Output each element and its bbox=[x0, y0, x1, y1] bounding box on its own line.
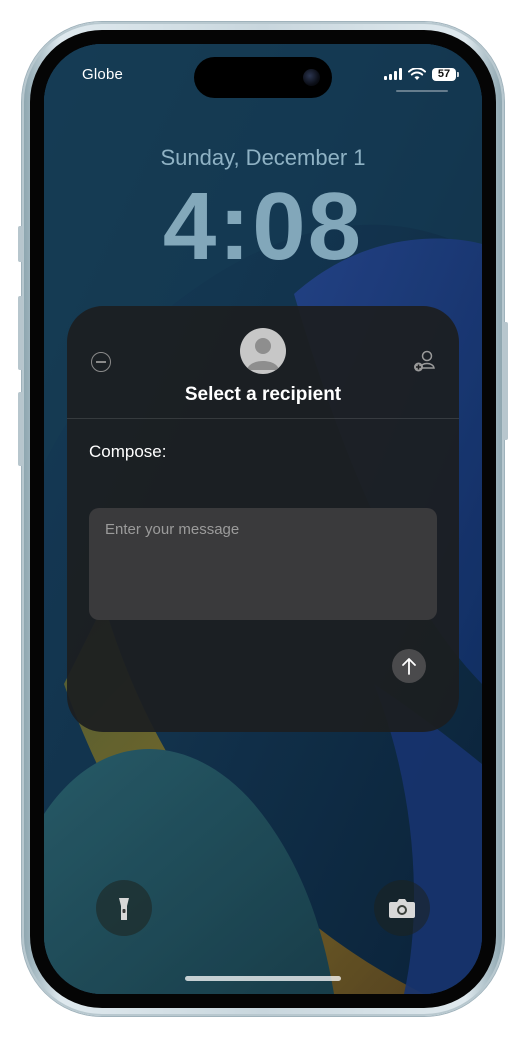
camera-button[interactable] bbox=[374, 880, 430, 936]
lock-time: 4:08 bbox=[162, 173, 364, 280]
compose-label: Compose: bbox=[89, 442, 167, 461]
dynamic-island bbox=[194, 57, 332, 98]
action-button bbox=[18, 226, 23, 262]
carrier-label: Globe bbox=[82, 66, 124, 83]
lock-date: Sunday, December 1 bbox=[160, 145, 366, 170]
battery-indicator: 57 bbox=[432, 67, 459, 81]
cellular-signal-icon bbox=[384, 68, 402, 80]
power-button bbox=[503, 322, 508, 440]
status-underline bbox=[396, 90, 448, 92]
person-avatar-icon[interactable] bbox=[240, 328, 286, 374]
select-recipient-title[interactable]: Select a recipient bbox=[67, 384, 459, 406]
message-box[interactable] bbox=[89, 508, 437, 620]
home-indicator[interactable] bbox=[185, 976, 341, 981]
status-icons: 57 bbox=[384, 64, 459, 84]
arrow-up-icon bbox=[402, 658, 416, 675]
add-contact-icon[interactable] bbox=[413, 348, 439, 374]
front-camera bbox=[303, 69, 320, 86]
message-input[interactable] bbox=[105, 518, 415, 540]
header-divider bbox=[67, 418, 459, 419]
wifi-icon bbox=[408, 67, 426, 80]
lock-screen: Globe 57 Sunday, December 1 4:08 Select … bbox=[44, 44, 482, 994]
flashlight-icon bbox=[119, 898, 129, 920]
flashlight-button[interactable] bbox=[96, 880, 152, 936]
camera-icon bbox=[389, 899, 415, 918]
volume-up-button bbox=[18, 296, 23, 370]
volume-down-button bbox=[18, 392, 23, 466]
minus-circle-icon[interactable] bbox=[91, 352, 111, 372]
send-button[interactable] bbox=[392, 649, 426, 683]
message-compose-card: Select a recipient Compose: bbox=[67, 306, 459, 732]
